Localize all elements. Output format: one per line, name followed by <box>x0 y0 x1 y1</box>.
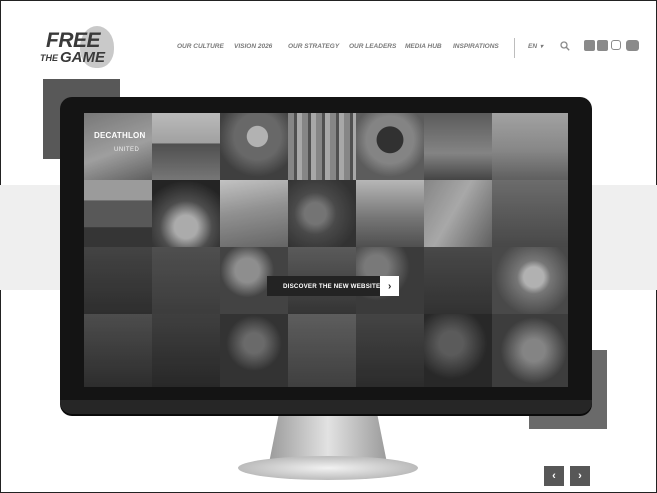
photo-tile <box>356 314 424 387</box>
cta-label: DISCOVER THE NEW WEBSITE <box>283 282 381 290</box>
next-slide-button[interactable]: › <box>570 466 590 486</box>
photo-tile <box>84 247 152 314</box>
photo-tile <box>424 113 492 180</box>
language-selector[interactable]: EN ▾ <box>528 43 543 50</box>
photo-tile <box>356 113 424 180</box>
monitor-stand-base <box>238 456 418 480</box>
logo-line1: FREE <box>46 29 101 52</box>
free-the-game-logo[interactable]: FREE THE GAME <box>40 22 116 78</box>
photo-tile <box>152 113 220 180</box>
monitor-screen: DECATHLON UNITED DISCOVER THE NEW WEBSIT… <box>84 113 568 387</box>
photo-tile <box>424 314 492 387</box>
discover-website-button[interactable]: DISCOVER THE NEW WEBSITE › <box>267 276 399 296</box>
logo-the: THE <box>40 52 58 63</box>
logo-line2: THE GAME <box>40 50 105 65</box>
photo-tile <box>492 180 568 247</box>
photo-tile <box>492 113 568 180</box>
photo-tile <box>84 180 152 247</box>
decathlon-subtitle: UNITED <box>114 147 140 153</box>
chevron-down-icon: ▾ <box>540 44 544 50</box>
nav-our-strategy[interactable]: OUR STRATEGY <box>288 43 339 50</box>
photo-tile <box>220 180 288 247</box>
nav-our-leaders[interactable]: OUR LEADERS <box>349 43 396 50</box>
decathlon-logo: DECATHLON <box>94 131 146 140</box>
nav-our-culture[interactable]: OUR CULTURE <box>177 43 224 50</box>
photo-tile <box>152 314 220 387</box>
photo-tile <box>356 180 424 247</box>
photo-tile <box>220 113 288 180</box>
logo-game: GAME <box>60 49 105 66</box>
youtube-icon[interactable] <box>626 40 639 51</box>
prev-slide-button[interactable]: ‹ <box>544 466 564 486</box>
nav-inspirations[interactable]: INSPIRATIONS <box>453 43 499 50</box>
photo-tile <box>84 314 152 387</box>
search-icon[interactable] <box>560 41 570 51</box>
photo-tile <box>288 180 356 247</box>
language-value: EN <box>528 43 538 50</box>
photo-tile <box>424 180 492 247</box>
photo-tile <box>288 314 356 387</box>
nav-vision-2026[interactable]: VISION 2026 <box>234 43 272 50</box>
photo-tile <box>492 247 568 314</box>
photo-tile <box>288 113 356 180</box>
nav-divider <box>514 38 515 58</box>
chevron-right-icon: › <box>380 276 399 296</box>
photo-tile <box>152 180 220 247</box>
google-plus-icon[interactable] <box>584 40 595 51</box>
monitor-chin <box>60 400 592 414</box>
photo-tile <box>220 314 288 387</box>
photo-tile <box>424 247 492 314</box>
nav-media-hub[interactable]: MEDIA HUB <box>405 43 442 50</box>
instagram-icon[interactable] <box>611 40 621 50</box>
photo-tile <box>492 314 568 387</box>
photo-tile <box>152 247 220 314</box>
linkedin-icon[interactable] <box>597 40 608 51</box>
